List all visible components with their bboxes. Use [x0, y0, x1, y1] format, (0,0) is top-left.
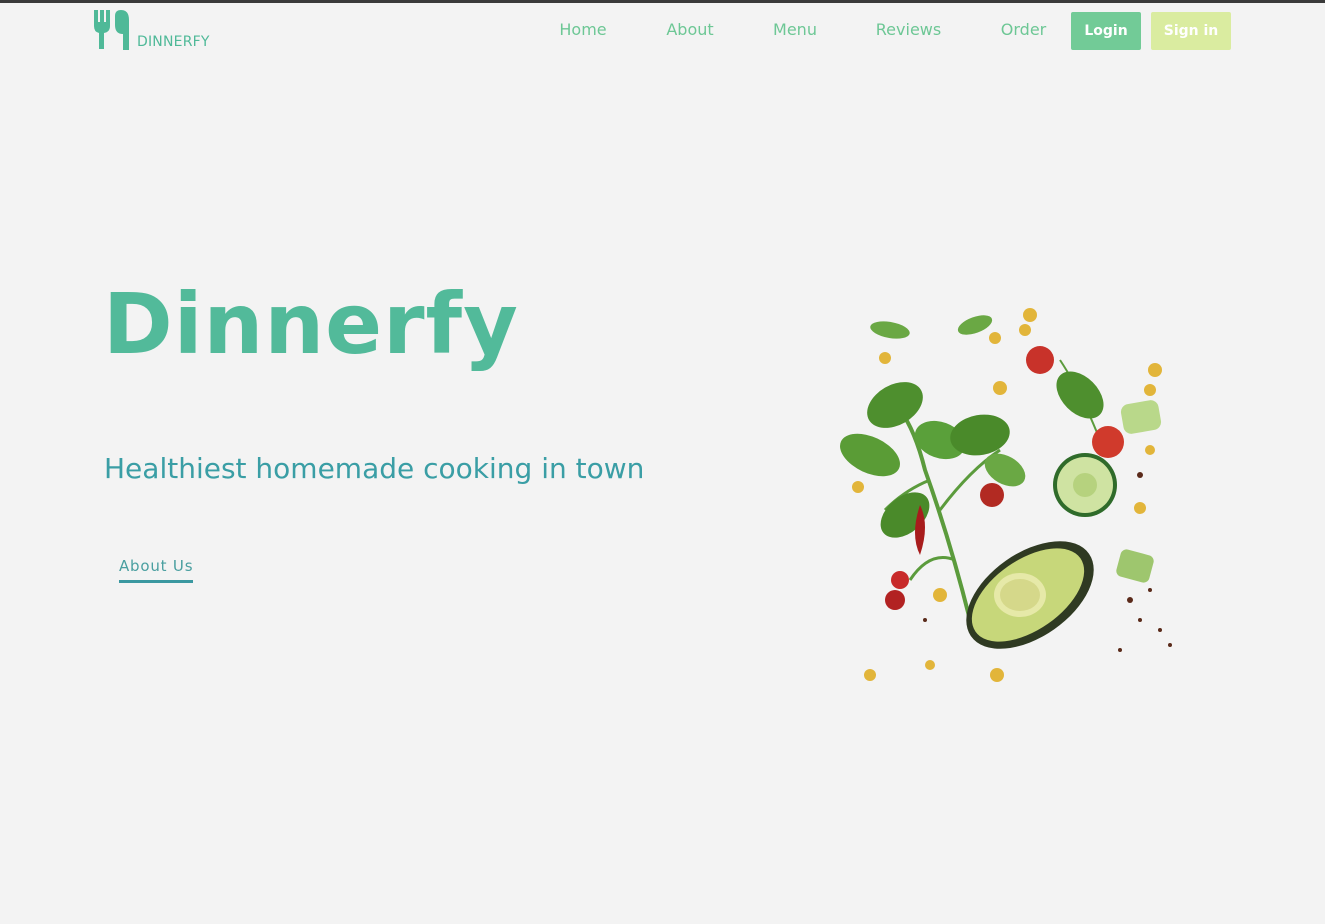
nav-order[interactable]: Order — [1000, 20, 1047, 39]
nav-menu[interactable]: Menu — [772, 20, 818, 39]
hero-title: Dinnerfy — [103, 275, 519, 373]
hero-subtitle: Healthiest homemade cooking in town — [104, 452, 645, 485]
brand-name: DINNERFY — [137, 34, 210, 50]
fork-knife-icon — [94, 10, 129, 50]
about-us-link[interactable]: About Us — [119, 557, 194, 583]
brand-logo[interactable]: DINNERFY — [93, 6, 210, 50]
login-button[interactable]: Login — [1071, 12, 1141, 50]
nav-reviews[interactable]: Reviews — [875, 20, 942, 39]
sign-in-button[interactable]: Sign in — [1151, 12, 1231, 50]
nav-about[interactable]: About — [664, 20, 716, 39]
salad-ingredients-image — [840, 308, 1172, 682]
top-border — [0, 0, 1325, 3]
nav-home[interactable]: Home — [558, 20, 608, 39]
